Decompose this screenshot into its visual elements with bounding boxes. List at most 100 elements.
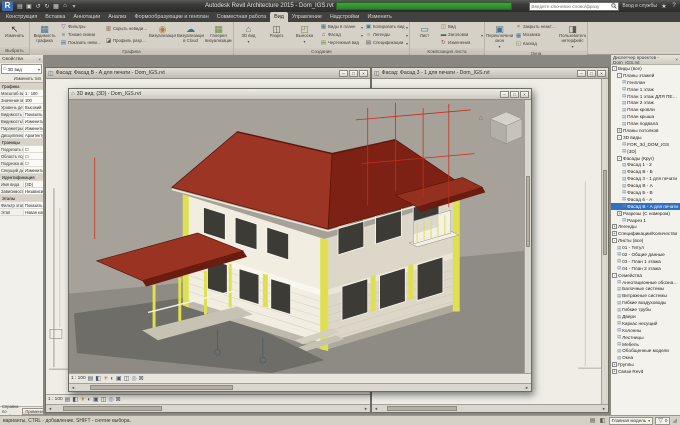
view-button[interactable]: ◫ Вид [439, 23, 483, 31]
ribbon-tab-7[interactable]: Управление [288, 12, 326, 22]
window-minimize-button[interactable]: – [577, 69, 586, 77]
unlocked-3d-icon[interactable]: ⊠ [116, 396, 121, 403]
print-icon[interactable]: ▦ [52, 3, 60, 10]
tree-item[interactable]: ▤ 03 - План 1 этажа [611, 258, 680, 265]
save-icon[interactable]: ▣ [25, 3, 33, 10]
ribbon-tab-1[interactable]: Вставка [41, 12, 69, 22]
crop-visible-icon[interactable]: ◫ [124, 375, 130, 382]
property-row[interactable]: Масштаб вида1 : 100 [0, 90, 43, 97]
worksets-icon[interactable]: ▤ [589, 417, 597, 424]
help-icon[interactable]: ? [670, 3, 678, 10]
property-value[interactable]: Архитектура [24, 132, 43, 138]
viewport-3d[interactable]: ⌂ [69, 100, 524, 373]
tree-item[interactable]: ▤ Витражные системы [611, 292, 680, 299]
tree-item[interactable]: - Семейства [611, 272, 680, 279]
property-row[interactable]: Уровень детализацииВысокий [0, 104, 43, 111]
tree-expander-icon[interactable]: + [612, 369, 617, 375]
unlocked-3d-icon[interactable]: ⊠ [139, 375, 144, 382]
window-restore-button[interactable]: □ [587, 69, 596, 77]
ribbon-tab-8[interactable]: Надстройки [326, 12, 364, 22]
star-icon[interactable]: ★ [660, 3, 668, 10]
tree-expander-icon[interactable]: + [612, 224, 617, 230]
crop-view-icon[interactable]: ▣ [116, 375, 122, 382]
vertical-scrollbar[interactable] [524, 100, 531, 373]
tree-item[interactable]: ▤ Фасад В - А [611, 182, 680, 189]
window-close-button[interactable]: × [359, 69, 368, 77]
render-gallery-button[interactable]: ▦ Галерея визуализации [205, 23, 232, 47]
property-value[interactable]: Изменить... [24, 118, 43, 124]
shadows-icon[interactable]: ◐ [110, 376, 114, 382]
scroll-right-icon[interactable]: ► [523, 385, 531, 390]
shadows-icon[interactable]: ◐ [87, 397, 91, 403]
apply-button[interactable]: Применить [22, 407, 43, 415]
close-icon[interactable]: × [38, 57, 41, 62]
tree-item[interactable]: - Виды (все) [611, 65, 680, 72]
tree-item[interactable]: ▤ Фасад В - А для печати [611, 202, 680, 210]
user-interface-button[interactable]: ◨Пользовательский интерфейс▾ [559, 23, 586, 49]
duplicate-view-button[interactable]: ▣ Копировать вид ▾ [364, 23, 408, 31]
property-value[interactable]: Изменить... [24, 167, 43, 173]
edit-type-button[interactable]: Изменить тип [0, 75, 43, 82]
scrollbar-thumb[interactable] [603, 170, 607, 255]
property-row[interactable]: Имя вида {3D} [0, 181, 43, 188]
visual-style-icon[interactable]: ◧ [72, 396, 78, 403]
scrollbar-thumb[interactable] [63, 406, 162, 411]
active-model-selector[interactable]: Главная модель ▾ [608, 416, 654, 425]
property-value[interactable]: Показать все [24, 202, 43, 208]
tree-item[interactable]: - Листы (все) [611, 237, 680, 244]
switch-windows-button[interactable]: ▣ Переключение окон ▾ [486, 23, 513, 49]
legends-button[interactable]: ≡ Легенды ▾ [364, 31, 408, 39]
tree-item[interactable]: + Легенды [611, 223, 680, 230]
tree-item[interactable]: ▤ Гибкие трубы [611, 306, 680, 313]
revit-logo-icon[interactable]: R [2, 1, 13, 11]
property-value[interactable]: 1 : 100 [24, 90, 43, 96]
detail-level-icon[interactable]: ▤ [65, 396, 71, 403]
ribbon-tab-6[interactable]: Вид [270, 12, 288, 22]
tree-expander-icon[interactable]: + [617, 210, 622, 216]
ribbon-tab-2[interactable]: Аннотации [69, 12, 104, 22]
ribbon-tab-3[interactable]: Анализ [104, 12, 130, 22]
titleblock-button[interactable]: ▬ Заголовки ▾ [439, 31, 483, 39]
close-hidden-button[interactable]: ×Закрыть неактивные [514, 23, 558, 31]
property-value[interactable]: 100 [24, 97, 43, 103]
tree-item[interactable]: ▤ Обобщенные модели [611, 348, 680, 355]
design-options-icon[interactable]: ◧ [599, 417, 607, 424]
window-close-button[interactable]: × [520, 90, 529, 98]
view-3d-button[interactable]: ⌂ 3D вид ▾ [235, 23, 262, 47]
window-close-button[interactable]: × [597, 69, 606, 77]
undo-icon[interactable]: ↺ [34, 3, 42, 10]
property-value[interactable]: ☐ [24, 146, 43, 152]
property-row[interactable]: Подрезка аннотаций☐ [0, 160, 43, 167]
tree-item[interactable]: ▤ Фасад 3 - 1 для печати [611, 175, 680, 182]
horizontal-scrollbar[interactable]: ◄ ► [46, 404, 370, 412]
tree-expander-icon[interactable]: + [612, 231, 617, 237]
plan-views-button[interactable]: ▦ Виды в плане ▾ [319, 23, 363, 31]
scroll-right-icon[interactable]: ► [362, 406, 370, 411]
scroll-left-icon[interactable]: ◄ [372, 406, 380, 411]
tree-item[interactable]: ▤ Фасад В - Б [611, 168, 680, 175]
drafting-view-button[interactable]: ▤ Чертежный вид [319, 39, 363, 47]
ribbon-tab-0[interactable]: Конструкция [2, 12, 41, 22]
tree-item[interactable]: ▤ Фасад 1 - 2 [611, 161, 680, 168]
viewcube-home-icon[interactable]: ⌂ [479, 115, 483, 122]
scrollbar-thumb[interactable] [90, 385, 234, 390]
property-value[interactable]: ☐ [24, 153, 43, 159]
properties-help-link[interactable]: Справка по свойствам [2, 404, 22, 416]
ribbon-tab-9[interactable]: Изменить [363, 12, 395, 22]
tree-item[interactable]: ▤ Двери [611, 313, 680, 320]
type-selector[interactable]: ⌂ 3D вид ▾ [1, 64, 42, 74]
cut-profile-button[interactable]: ◪ Профиль разреза [104, 37, 148, 45]
property-value[interactable]: ☐ [24, 160, 43, 166]
tree-item[interactable]: ▤ Гибкие воздуховоды [611, 299, 680, 306]
tree-expander-icon[interactable]: - [612, 272, 617, 278]
tree-expander-icon[interactable]: - [612, 238, 617, 244]
property-row[interactable]: Видимость частейПоказать оригинал [0, 111, 43, 118]
tree-item[interactable]: ▤ {3D} [611, 148, 680, 155]
detail-level-icon[interactable]: ▤ [88, 375, 94, 382]
tree-item[interactable]: + Связи Revit [611, 368, 680, 375]
tree-item[interactable]: ▤ Балочные системы [611, 286, 680, 293]
temporary-hide-icon[interactable]: ◎ [108, 396, 113, 403]
filter-button[interactable]: ▽ Фильтры [59, 23, 103, 31]
switch-view-icon[interactable]: ⌂ [61, 3, 69, 9]
view-scale[interactable]: 1 : 100 [48, 397, 63, 402]
